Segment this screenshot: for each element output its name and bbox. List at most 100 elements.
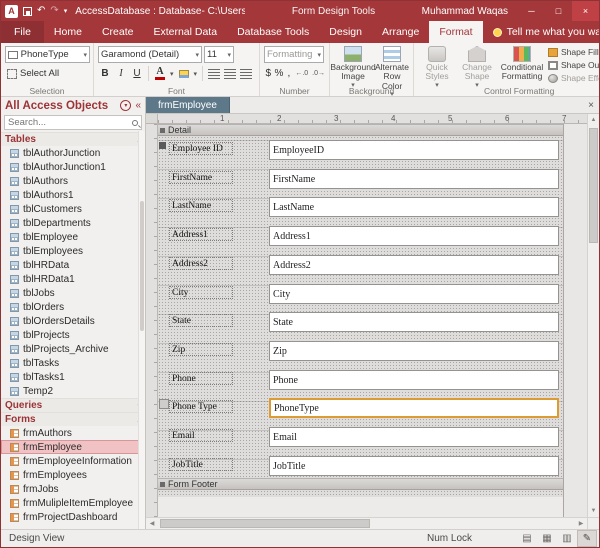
fill-color-dropdown[interactable]: ▾ — [193, 70, 199, 78]
number-format-combo[interactable]: Formatting ▾ — [264, 46, 324, 63]
nav-scrollbar-thumb[interactable] — [140, 201, 144, 331]
form-footer-section-bar[interactable]: Form Footer — [158, 478, 563, 490]
ribbon-tab-design[interactable]: Design — [319, 21, 372, 43]
nav-item-tblAuthors[interactable]: tblAuthors — [1, 174, 145, 188]
nav-item-tblAuthors1[interactable]: tblAuthors1 — [1, 188, 145, 202]
field-label-FirstName[interactable]: FirstName — [169, 171, 233, 184]
ribbon-tab-arrange[interactable]: Arrange — [372, 21, 429, 43]
nav-scrollbar[interactable] — [138, 131, 145, 529]
comma-format-button[interactable]: , — [285, 66, 292, 81]
nav-item-tblJobs[interactable]: tblJobs — [1, 286, 145, 300]
design-view-button[interactable]: ✎ — [577, 530, 597, 547]
ribbon-tab-create[interactable]: Create — [92, 21, 144, 43]
tell-me-box[interactable]: Tell me what you want to do — [493, 21, 599, 43]
shutter-close-icon[interactable]: « — [135, 100, 141, 111]
move-handle[interactable] — [159, 399, 169, 409]
nav-section-header-forms[interactable]: Forms▴ — [1, 412, 145, 426]
decrease-decimals-button[interactable]: .0→ — [311, 70, 326, 77]
selection-object-combo[interactable]: PhoneType ▾ — [5, 46, 90, 63]
background-image-button[interactable]: Background Image ▾ — [334, 45, 372, 85]
qat-customize-icon[interactable]: ▾ — [64, 8, 68, 15]
nav-item-Temp2[interactable]: Temp2 — [1, 384, 145, 398]
nav-item-tblAuthorJunction1[interactable]: tblAuthorJunction1 — [1, 160, 145, 174]
field-label-Address1[interactable]: Address1 — [169, 228, 233, 241]
signed-in-user[interactable]: Muhammad Waqas — [422, 6, 508, 17]
close-document-icon[interactable]: × — [583, 97, 599, 113]
field-textbox-State[interactable]: State — [269, 312, 559, 332]
field-textbox-Zip[interactable]: Zip — [269, 341, 559, 361]
nav-item-frmEmployee[interactable]: frmEmployee — [1, 440, 145, 454]
nav-item-tblProjects[interactable]: tblProjects — [1, 328, 145, 342]
percent-format-button[interactable]: % — [274, 66, 283, 81]
nav-item-frmEmployeeInformation[interactable]: frmEmployeeInformation — [1, 454, 145, 468]
currency-format-button[interactable]: $ — [264, 66, 272, 81]
field-textbox-EmployeeID[interactable]: EmployeeID — [269, 140, 559, 160]
nav-item-tblProjects_Archive[interactable]: tblProjects_Archive — [1, 342, 145, 356]
align-center-button[interactable] — [223, 66, 237, 81]
scroll-left-icon[interactable]: ◀ — [146, 518, 158, 529]
nav-item-tblCustomers[interactable]: tblCustomers — [1, 202, 145, 216]
nav-pane-title-bar[interactable]: All Access Objects ▾ « — [1, 97, 145, 114]
close-button[interactable]: × — [572, 1, 599, 21]
nav-item-tblAuthorJunction[interactable]: tblAuthorJunction — [1, 146, 145, 160]
shape-fill-button[interactable]: Shape Fill ▾ — [548, 46, 600, 58]
bold-button[interactable]: B — [98, 66, 112, 81]
nav-item-tblOrdersDetails[interactable]: tblOrdersDetails — [1, 314, 145, 328]
nav-item-tblEmployees[interactable]: tblEmployees — [1, 244, 145, 258]
quick-styles-button[interactable]: Quick Styles ▾ — [418, 45, 456, 85]
h-ruler[interactable]: 1234567 — [158, 114, 587, 124]
ribbon-tab-external-data[interactable]: External Data — [143, 21, 227, 43]
nav-item-frmJobs[interactable]: frmJobs — [1, 482, 145, 496]
italic-button[interactable]: I — [114, 66, 128, 81]
ruler-corner[interactable] — [146, 114, 158, 124]
font-color-dropdown[interactable]: ▾ — [169, 70, 175, 78]
nav-item-tblHRData1[interactable]: tblHRData1 — [1, 272, 145, 286]
align-left-button[interactable] — [207, 66, 221, 81]
shape-outline-button[interactable]: Shape Outline ▾ — [548, 59, 600, 71]
nav-item-frmEmployees[interactable]: frmEmployees — [1, 468, 145, 482]
conditional-formatting-button[interactable]: Conditional Formatting — [498, 45, 546, 85]
font-color-button[interactable]: A — [153, 66, 167, 81]
nav-item-frmAuthors[interactable]: frmAuthors — [1, 426, 145, 440]
field-label-EmployeeID[interactable]: Employee ID — [169, 142, 233, 155]
search-input[interactable] — [8, 117, 130, 128]
font-family-combo[interactable]: Garamond (Detail) ▾ — [98, 46, 202, 63]
undo-icon[interactable]: ↶ — [37, 6, 45, 16]
fill-color-button[interactable] — [177, 66, 191, 81]
field-label-Phone[interactable]: Phone — [169, 372, 233, 385]
nav-item-tblOrders[interactable]: tblOrders — [1, 300, 145, 314]
ribbon-tab-database-tools[interactable]: Database Tools — [227, 21, 319, 43]
field-label-City[interactable]: City — [169, 286, 233, 299]
scroll-down-icon[interactable]: ▼ — [588, 505, 599, 517]
field-textbox-Address2[interactable]: Address2 — [269, 255, 559, 275]
field-label-Zip[interactable]: Zip — [169, 343, 233, 356]
detail-grid[interactable]: Employee IDEmployeeIDFirstNameFirstNameL… — [158, 136, 563, 478]
minimize-button[interactable]: ─ — [518, 1, 545, 21]
increase-decimals-button[interactable]: ←.0 — [294, 70, 309, 77]
underline-button[interactable]: U — [130, 66, 144, 81]
nav-section-header-tables[interactable]: Tables▴ — [1, 132, 145, 146]
datasheet-view-button[interactable]: ▦ — [537, 530, 557, 547]
font-size-combo[interactable]: 11 ▾ — [204, 46, 234, 63]
align-right-button[interactable] — [239, 66, 253, 81]
nav-item-tblHRData[interactable]: tblHRData — [1, 258, 145, 272]
nav-item-tblTasks1[interactable]: tblTasks1 — [1, 370, 145, 384]
v-ruler[interactable] — [146, 124, 158, 517]
field-textbox-Address1[interactable]: Address1 — [269, 226, 559, 246]
field-label-LastName[interactable]: LastName — [169, 199, 233, 212]
scroll-up-icon[interactable]: ▲ — [588, 114, 599, 126]
nav-item-tblTasks[interactable]: tblTasks — [1, 356, 145, 370]
shape-effects-button[interactable]: Shape Effects ▾ — [548, 72, 600, 84]
nav-section-header-queries[interactable]: Queries▾ — [1, 398, 145, 412]
field-textbox-City[interactable]: City — [269, 284, 559, 304]
ribbon-tab-file[interactable]: File — [1, 21, 44, 43]
change-shape-button[interactable]: Change Shape ▾ — [458, 45, 496, 85]
maximize-button[interactable]: □ — [545, 1, 572, 21]
nav-item-tblDepartments[interactable]: tblDepartments — [1, 216, 145, 230]
redo-icon[interactable]: ↷ — [50, 6, 58, 16]
select-all-button[interactable]: Select All — [5, 67, 61, 80]
nav-item-frmMulipleItemEmployee[interactable]: frmMulipleItemEmployee — [1, 496, 145, 510]
nav-menu-icon[interactable]: ▾ — [120, 100, 131, 111]
ribbon-tab-home[interactable]: Home — [44, 21, 92, 43]
detail-section-bar[interactable]: Detail — [158, 124, 563, 136]
